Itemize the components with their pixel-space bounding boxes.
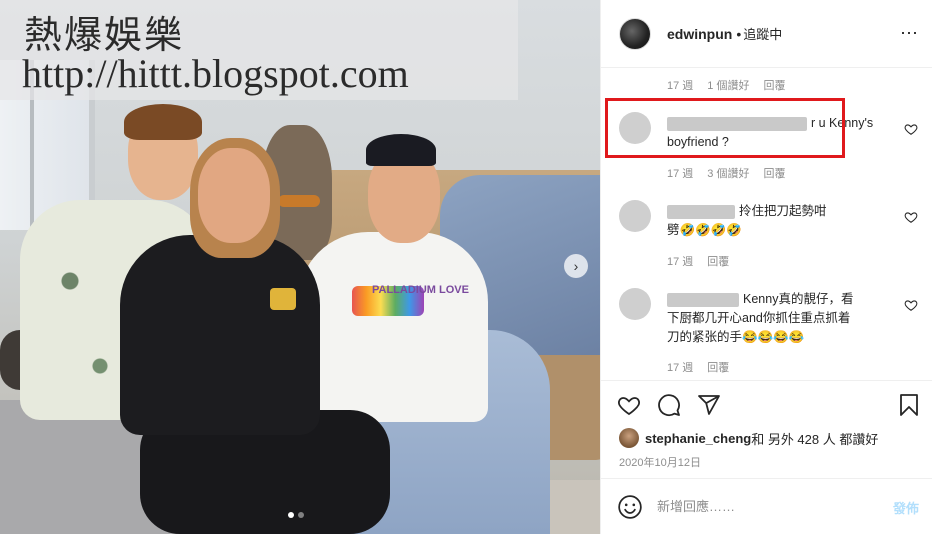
watermark: 熱爆娛樂 http://hittt.blogspot.com (0, 0, 518, 100)
comment-time: 17 週 (667, 168, 694, 180)
post-date: 2020年10月12日 (619, 457, 701, 469)
likes-count-text[interactable]: 和 另外 428 人 都讚好 (751, 429, 878, 448)
person-right-cap (366, 134, 436, 166)
person-center-head (198, 148, 270, 243)
comment-time: 17 週 (667, 80, 694, 92)
post-button[interactable]: 發佈 (893, 498, 919, 517)
person-right-shirt (298, 232, 488, 422)
comment-text-line: 下厨都几开心and你抓住重点抓着 (667, 311, 851, 325)
author-avatar[interactable] (619, 17, 651, 50)
post-side-panel: edwinpun • 追蹤中 ⋯ 17 週 1 個讚好 回覆 r u Kenny… (600, 0, 932, 534)
post-header: edwinpun • 追蹤中 ⋯ (601, 0, 932, 68)
emoji-icon[interactable] (617, 494, 643, 520)
action-bar (601, 380, 932, 428)
comment-text: Kenny真的靚仔，看 下厨都几开心and你抓住重点抓着 刀的紧张的手😂😂😂😂 (667, 290, 879, 347)
carousel-dot (298, 512, 304, 518)
carousel-dots (288, 512, 304, 518)
comment-like-count[interactable]: 3 個讚好 (707, 165, 749, 181)
person-left-hair (124, 104, 202, 140)
comment-text-line: 劈🤣🤣🤣🤣 (667, 223, 742, 237)
post-photo: PALLADIUM LOVE 熱爆娛樂 http://hittt.blogspo… (0, 0, 600, 534)
comment-meta: 17 週 1 個讚好 回覆 (667, 77, 785, 93)
carousel-dot-active (288, 512, 294, 518)
heart-icon[interactable] (904, 122, 918, 136)
bookmark-icon[interactable] (897, 393, 921, 417)
comment-item: 拎住把刀起勢咁 劈🤣🤣🤣🤣 (619, 200, 919, 250)
comment-meta: 17 週 回覆 (667, 359, 729, 375)
comment-meta: 17 週 3 個讚好 回覆 (667, 165, 785, 181)
heart-icon[interactable] (904, 298, 918, 312)
commenter-avatar[interactable] (619, 288, 651, 320)
comment-time: 17 週 (667, 256, 694, 268)
redacted-username (667, 204, 735, 219)
shirt-print-text: PALLADIUM LOVE (372, 284, 469, 296)
comment-time: 17 週 (667, 362, 694, 374)
heart-icon[interactable] (617, 393, 641, 417)
comment-like-count[interactable]: 1 個讚好 (707, 77, 749, 93)
redacted-username (667, 292, 739, 307)
more-icon[interactable]: ⋯ (900, 24, 919, 42)
commenter-avatar[interactable] (619, 200, 651, 232)
highlight-annotation (605, 98, 845, 158)
person-center-shirt (120, 235, 320, 435)
reply-button[interactable]: 回覆 (763, 77, 785, 93)
liker-username[interactable]: stephanie_cheng (645, 431, 751, 446)
comment-text: 拎住把刀起勢咁 劈🤣🤣🤣🤣 (667, 202, 887, 240)
comment-input[interactable] (657, 499, 877, 514)
comment-text-line: Kenny真的靚仔，看 (743, 292, 854, 306)
comment-item: Kenny真的靚仔，看 下厨都几开心and你抓住重点抓着 刀的紧张的手😂😂😂😂 (619, 288, 919, 358)
liker-avatar[interactable] (619, 428, 639, 448)
dog-collar (278, 195, 320, 207)
comment-icon[interactable] (657, 393, 681, 417)
comment-text-line: 刀的紧张的手😂😂😂😂 (667, 330, 805, 344)
likes-summary: stephanie_cheng 和 另外 428 人 都讚好 (619, 428, 878, 448)
heart-icon[interactable] (904, 210, 918, 224)
watermark-url: http://hittt.blogspot.com (22, 51, 409, 96)
reply-button[interactable]: 回覆 (707, 359, 729, 375)
share-icon[interactable] (697, 393, 721, 417)
reply-button[interactable]: 回覆 (763, 165, 785, 181)
add-comment-bar: 發佈 (601, 478, 932, 534)
following-button[interactable]: 追蹤中 (743, 24, 782, 43)
header-separator: • (736, 25, 742, 42)
comment-text-line: 拎住把刀起勢咁 (739, 204, 827, 218)
carousel-next-button[interactable]: › (564, 254, 588, 278)
comment-meta: 17 週 回覆 (667, 253, 729, 269)
shirt-logo (270, 288, 296, 310)
author-username[interactable]: edwinpun (667, 26, 732, 42)
reply-button[interactable]: 回覆 (707, 253, 729, 269)
